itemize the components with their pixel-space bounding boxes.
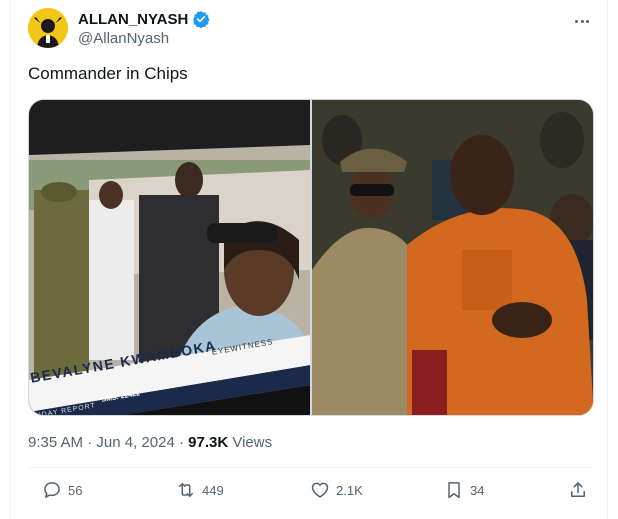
views-label: Views: [232, 434, 273, 451]
tweet-time[interactable]: 9:35 AM: [28, 434, 83, 451]
tweet-text: Commander in Chips: [28, 64, 188, 83]
tweet-card: ALLAN_NYASH @AllanNyash Commander in Chi…: [10, 0, 608, 519]
author-handle[interactable]: @AllanNyash: [78, 30, 169, 47]
retweet-icon: [179, 483, 193, 497]
meta-separator: ·: [87, 434, 93, 451]
reply-button[interactable]: 56: [42, 480, 82, 500]
retweet-count: 449: [202, 482, 224, 498]
meta-separator: ·: [178, 434, 184, 451]
bookmark-count: 34: [470, 482, 485, 498]
media-image-left[interactable]: EYEWITNESS BEVALYNE KWAMBOKA SMS: 22422 …: [29, 100, 310, 415]
like-button[interactable]: 2.1K: [310, 480, 363, 500]
divider: [28, 467, 590, 468]
reply-icon: [44, 482, 60, 498]
share-button[interactable]: [568, 480, 588, 500]
author-name-row: ALLAN_NYASH: [78, 10, 210, 29]
verified-badge-icon: [192, 10, 210, 29]
more-horizontal-icon[interactable]: [571, 10, 593, 32]
bookmark-button[interactable]: 34: [444, 480, 484, 500]
like-count: 2.1K: [336, 482, 363, 498]
action-bar: 56 449 2.1K 34: [28, 480, 594, 506]
tweet-date[interactable]: Jun 4, 2024: [96, 434, 174, 451]
tweet-media[interactable]: EYEWITNESS BEVALYNE KWAMBOKA SMS: 22422 …: [28, 99, 594, 416]
retweet-button[interactable]: 449: [176, 480, 224, 500]
heart-icon: [311, 482, 329, 498]
tweet-meta: 9:35 AM · Jun 4, 2024 · 97.3K Views: [28, 434, 272, 451]
share-icon: [571, 482, 585, 497]
media-image-right[interactable]: [312, 100, 593, 415]
bookmark-icon: [448, 482, 460, 499]
views-count: 97.3K: [188, 434, 229, 451]
reply-count: 56: [68, 482, 83, 498]
avatar[interactable]: [28, 8, 68, 48]
author-display-name[interactable]: ALLAN_NYASH: [78, 11, 188, 28]
